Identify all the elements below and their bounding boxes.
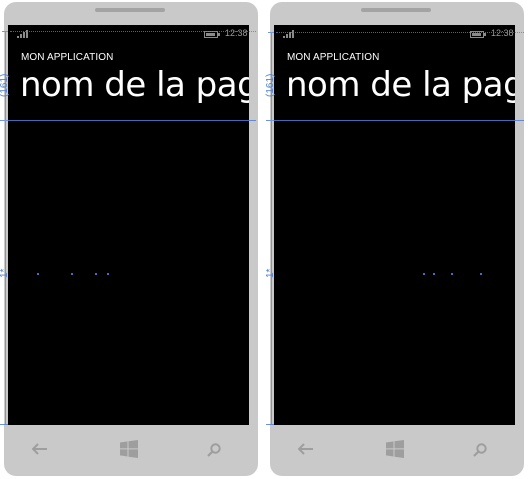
grid-row-divider xyxy=(0,120,256,121)
grid-guide-top xyxy=(276,32,524,33)
speaker-grille xyxy=(95,8,165,12)
grid-marker xyxy=(71,273,73,275)
page-title: nom de la page xyxy=(20,65,249,105)
search-icon[interactable] xyxy=(473,443,487,457)
hardware-nav-bar xyxy=(4,425,258,476)
phone-emulator-left: 12:38 MON APPLICATION nom de la page xyxy=(4,2,258,476)
grid-ruler-tick xyxy=(268,32,274,33)
app-title: MON APPLICATION xyxy=(287,52,380,63)
grid-marker xyxy=(37,273,39,275)
grid-marker xyxy=(95,273,97,275)
grid-guide-bottom xyxy=(266,424,274,425)
app-title: MON APPLICATION xyxy=(21,52,114,63)
status-bar: 12:38 xyxy=(8,25,249,43)
grid-ruler-tick xyxy=(2,120,8,121)
grid-ruler-tick xyxy=(2,31,8,32)
status-time: 12:38 xyxy=(225,28,248,38)
grid-marker xyxy=(480,273,482,275)
grid-row-divider xyxy=(266,120,524,121)
grid-marker xyxy=(451,273,453,275)
status-time: 12:38 xyxy=(491,28,514,38)
row-height-label-header: (161) xyxy=(265,73,276,97)
phone-screen: 12:38 MON APPLICATION nom de la page xyxy=(274,25,515,425)
grid-marker xyxy=(423,273,425,275)
grid-guide-bottom xyxy=(0,424,8,425)
status-bar: 12:38 xyxy=(274,25,515,43)
back-icon[interactable] xyxy=(298,443,314,455)
back-icon[interactable] xyxy=(32,443,48,455)
windows-start-icon[interactable] xyxy=(120,440,138,458)
phone-emulator-right: 12:38 MON APPLICATION nom de la page xyxy=(270,2,524,476)
grid-marker xyxy=(433,273,435,275)
phone-screen: 12:38 MON APPLICATION nom de la page xyxy=(8,25,249,425)
grid-ruler-tick xyxy=(268,120,274,121)
speaker-grille xyxy=(361,8,431,12)
row-height-label-header: (161) xyxy=(0,73,10,97)
grid-marker xyxy=(107,273,109,275)
grid-guide-top xyxy=(10,31,256,32)
row-height-label-content: 1* xyxy=(0,268,10,278)
search-icon[interactable] xyxy=(207,443,221,457)
windows-start-icon[interactable] xyxy=(386,440,404,458)
battery-icon xyxy=(204,31,220,38)
page-title: nom de la page xyxy=(286,65,515,105)
row-height-label-content: 1* xyxy=(265,268,276,278)
hardware-nav-bar xyxy=(270,425,524,476)
